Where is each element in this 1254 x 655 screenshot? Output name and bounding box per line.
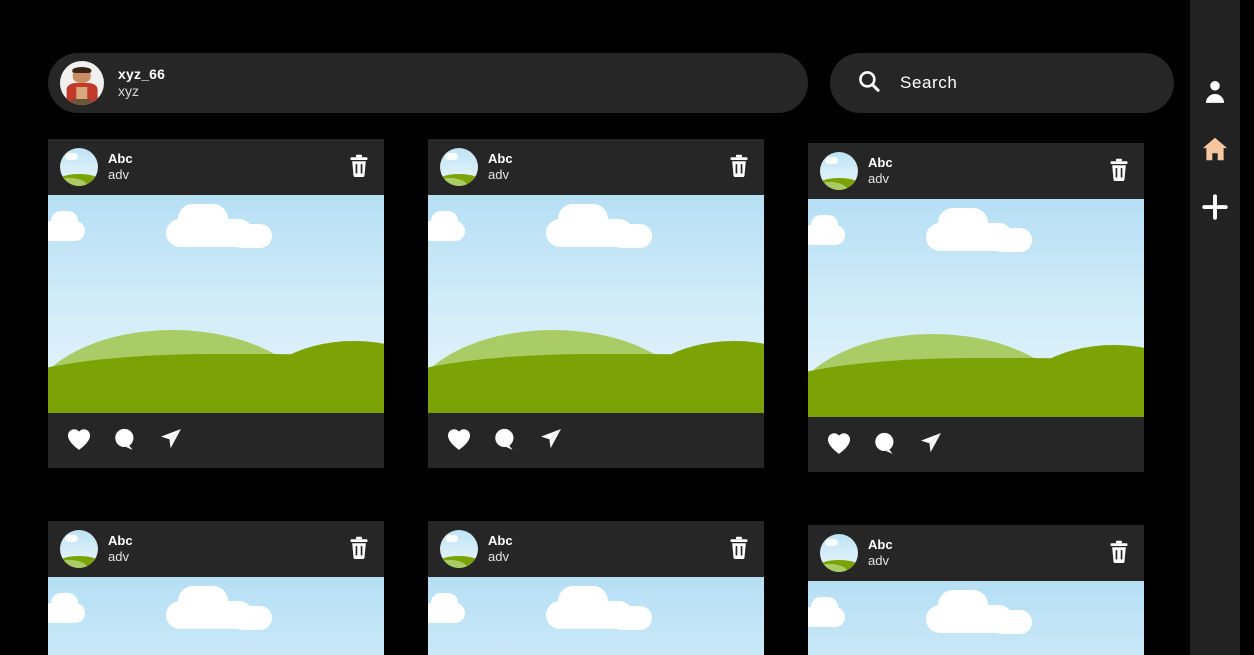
heart-icon (66, 429, 92, 454)
rail-right-edge (1240, 0, 1254, 655)
search-input[interactable] (900, 73, 1140, 93)
post-title: Abc (868, 536, 893, 552)
post-title: Abc (488, 150, 513, 166)
post-image (48, 577, 384, 655)
post-subtitle: adv (108, 167, 129, 182)
right-nav-rail (1190, 0, 1240, 655)
comment-button[interactable] (492, 427, 518, 454)
post-subtitle: adv (108, 549, 129, 564)
person-icon (1202, 78, 1228, 107)
share-button[interactable] (538, 427, 564, 454)
share-button[interactable] (918, 431, 944, 458)
post-card[interactable]: Abc adv (808, 143, 1144, 472)
post-header: Abc adv (428, 139, 764, 195)
nav-create-button[interactable] (1199, 192, 1231, 224)
post-image (428, 195, 764, 413)
post-title: Abc (488, 532, 513, 548)
comment-icon (872, 432, 898, 458)
search-icon (856, 68, 882, 99)
trash-icon (348, 154, 370, 181)
delete-post-button[interactable] (348, 536, 370, 563)
post-card[interactable]: Abc adv (428, 521, 764, 655)
post-subtitle: adv (488, 549, 509, 564)
nav-home-button[interactable] (1199, 134, 1231, 166)
trash-icon (1108, 540, 1130, 567)
landscape-thumb-icon (440, 530, 478, 568)
landscape-thumb-icon (440, 148, 478, 186)
post-header: Abc adv (808, 143, 1144, 199)
post-subtitle: adv (868, 171, 889, 186)
profile-text: xyz_66 xyz (118, 66, 165, 101)
app-root: xyz_66 xyz Search Abc adv Abc adv Abc ad… (0, 0, 1254, 655)
top-bar: xyz_66 xyz (0, 53, 1190, 113)
feed-row: Abc adv Abc adv Abc adv (48, 521, 1168, 655)
comment-button[interactable] (112, 427, 138, 454)
post-card[interactable]: Abc adv (808, 525, 1144, 655)
comment-icon (112, 428, 138, 454)
post-image (48, 195, 384, 413)
delete-post-button[interactable] (1108, 540, 1130, 567)
trash-icon (348, 536, 370, 563)
home-icon (1201, 135, 1229, 166)
trash-icon (728, 536, 750, 563)
post-subtitle: adv (488, 167, 509, 182)
like-button[interactable] (66, 427, 92, 454)
post-header: Abc adv (48, 139, 384, 195)
comment-button[interactable] (872, 431, 898, 458)
post-image (808, 199, 1144, 417)
feed-grid: Abc adv Abc adv Abc adv Abc adv Abc adv … (48, 139, 1168, 655)
trash-icon (728, 154, 750, 181)
post-title: Abc (108, 532, 133, 548)
post-actions (428, 413, 764, 468)
landscape-thumb-icon (60, 148, 98, 186)
delete-post-button[interactable] (1108, 158, 1130, 185)
post-header: Abc adv (428, 521, 764, 577)
nav-profile-button[interactable] (1199, 76, 1231, 108)
feed-row: Abc adv Abc adv Abc adv (48, 139, 1168, 472)
post-card[interactable]: Abc adv (428, 139, 764, 472)
comment-icon (492, 428, 518, 454)
share-icon (158, 429, 184, 454)
trash-icon (1108, 158, 1130, 185)
profile-pill[interactable]: xyz_66 xyz (48, 53, 808, 113)
heart-icon (826, 433, 852, 458)
delete-post-button[interactable] (728, 536, 750, 563)
post-actions (48, 413, 384, 468)
delete-post-button[interactable] (348, 154, 370, 181)
share-button[interactable] (158, 427, 184, 454)
profile-username: xyz_66 (118, 65, 166, 82)
post-actions (808, 417, 1144, 472)
heart-icon (446, 429, 472, 454)
share-icon (918, 433, 944, 458)
post-title: Abc (868, 154, 893, 170)
user-photo-avatar-icon (60, 61, 104, 105)
plus-icon (1200, 192, 1230, 225)
post-card[interactable]: Abc adv (48, 521, 384, 655)
post-image (428, 577, 764, 655)
landscape-thumb-icon (60, 530, 98, 568)
like-button[interactable] (446, 427, 472, 454)
like-button[interactable] (826, 431, 852, 458)
post-card[interactable]: Abc adv (48, 139, 384, 472)
landscape-thumb-icon (820, 152, 858, 190)
post-header: Abc adv (48, 521, 384, 577)
post-subtitle: adv (868, 553, 889, 568)
profile-handle: xyz (118, 83, 139, 99)
share-icon (538, 429, 564, 454)
post-title: Abc (108, 150, 133, 166)
post-image (808, 581, 1144, 655)
post-header: Abc adv (808, 525, 1144, 581)
landscape-thumb-icon (820, 534, 858, 572)
main-content: xyz_66 xyz Search Abc adv Abc adv Abc ad… (0, 0, 1190, 655)
delete-post-button[interactable] (728, 154, 750, 181)
search-bar[interactable] (830, 53, 1174, 113)
